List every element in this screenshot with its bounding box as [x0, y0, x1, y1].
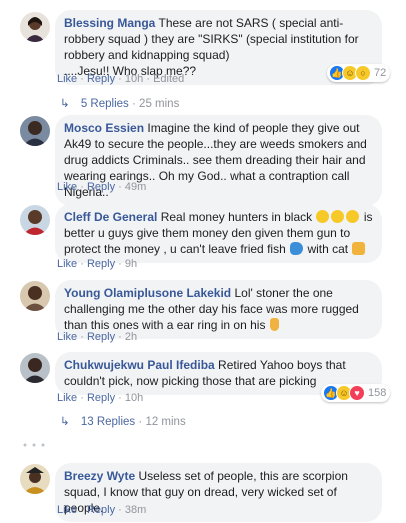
comment-time[interactable]: 9h — [125, 258, 137, 270]
reply-arrow-icon: ↳ — [60, 416, 70, 428]
comment-text: Real money hunters in black — [160, 210, 313, 224]
like-link[interactable]: Like — [57, 258, 77, 270]
reply-link[interactable]: Reply — [87, 73, 115, 85]
reaction-summary[interactable]: 👍 ☺ ♥ 158 — [321, 384, 391, 402]
avatar-young-olamiplusone-lakekid[interactable] — [20, 281, 50, 311]
reply-link[interactable]: Reply — [87, 331, 115, 343]
comment-time[interactable]: 10h — [125, 392, 143, 404]
comment-text: with cat — [307, 242, 349, 256]
comment-actions: Like · Reply · 10h — [57, 392, 144, 404]
comment-author[interactable]: Chukwujekwu Paul Ifediba — [64, 358, 215, 372]
like-link[interactable]: Like — [57, 181, 77, 193]
comment-time[interactable]: 10h — [125, 73, 143, 85]
replies-time: 25 mins — [139, 98, 180, 110]
like-link[interactable]: Like — [57, 331, 77, 343]
laughing-emoji-icon — [331, 210, 345, 223]
comment-time[interactable]: 49m — [125, 181, 146, 193]
laughing-emoji-icon — [346, 210, 360, 223]
view-replies[interactable]: ↳ 5 Replies · 25 mins — [60, 96, 179, 110]
avatar-blessing-manga[interactable] — [20, 12, 50, 42]
laughing-emoji-icon — [316, 210, 330, 223]
comment-author[interactable]: Mosco Essien — [64, 121, 144, 135]
reply-link[interactable]: Reply — [87, 392, 115, 404]
hand-emoji-icon — [269, 318, 279, 331]
avatar-mosco-essien[interactable] — [20, 116, 50, 146]
comment-author[interactable]: Blessing Manga — [64, 16, 155, 30]
like-link[interactable]: Like — [57, 504, 77, 516]
like-link[interactable]: Like — [57, 73, 77, 85]
avatar-breezy-wyte[interactable] — [20, 464, 50, 494]
replies-time: 12 mins — [145, 416, 186, 428]
replies-count[interactable]: 13 Replies — [81, 416, 135, 428]
comment-author[interactable]: Cleff De General — [64, 210, 157, 224]
like-link[interactable]: Like — [57, 392, 77, 404]
cat-emoji-icon — [352, 242, 366, 255]
view-replies[interactable]: ↳ 13 Replies · 12 mins — [60, 414, 186, 428]
reply-link[interactable]: Reply — [87, 504, 115, 516]
comment-time[interactable]: 38m — [125, 504, 146, 516]
comment-actions: Like · Reply · 2h — [57, 331, 138, 343]
comment-actions: Like · Reply · 38m — [57, 504, 147, 516]
avatar-chukwujekwu-paul-ifediba[interactable] — [20, 353, 50, 383]
replies-count[interactable]: 5 Replies — [81, 98, 129, 110]
reply-arrow-icon: ↳ — [60, 98, 70, 110]
comment-actions: Like · Reply · 10h · Edited — [57, 73, 185, 85]
comment-actions: Like · Reply · 49m — [57, 181, 147, 193]
love-icon: ♥ — [349, 385, 365, 401]
reaction-count: 72 — [374, 67, 387, 79]
comment-bubble: Cleff De General Real money hunters in b… — [55, 204, 382, 263]
reply-link[interactable]: Reply — [87, 258, 115, 270]
reaction-summary[interactable]: 👍 ☺ ○ 72 — [327, 64, 391, 82]
comment-actions: Like · Reply · 9h — [57, 258, 138, 270]
avatar-cleff-de-general[interactable] — [20, 205, 50, 235]
wow-icon: ○ — [355, 65, 371, 81]
reaction-count: 158 — [368, 387, 387, 399]
edited-label[interactable]: Edited — [153, 73, 184, 85]
reply-link[interactable]: Reply — [87, 181, 115, 193]
comment-time[interactable]: 2h — [125, 331, 137, 343]
comment-author[interactable]: Breezy Wyte — [64, 469, 135, 483]
section-divider — [22, 436, 46, 447]
fish-emoji-icon — [290, 242, 304, 255]
comment-author[interactable]: Young Olamiplusone Lakekid — [64, 286, 231, 300]
